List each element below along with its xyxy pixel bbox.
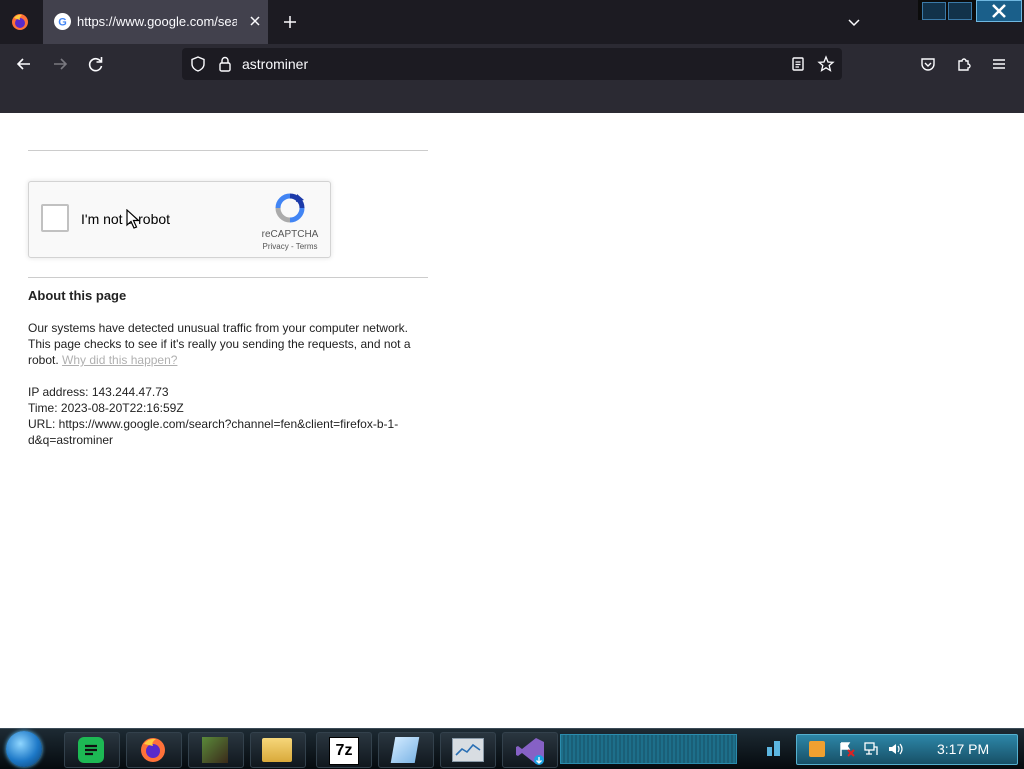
notepad-icon [390, 737, 420, 763]
timestamp: Time: 2023-08-20T22:16:59Z [28, 401, 184, 415]
taskbar-visual-studio-installer[interactable] [502, 732, 558, 768]
folder-icon [262, 738, 292, 762]
tab-google-search[interactable]: G https://www.google.com/search?channel=… [43, 0, 268, 44]
start-orb-icon[interactable] [6, 731, 42, 767]
back-icon[interactable] [14, 54, 34, 74]
monitor-icon [452, 738, 484, 762]
pocket-icon[interactable] [919, 55, 937, 73]
ip-address: IP address: 143.244.47.73 [28, 385, 169, 399]
taskbar-spotify[interactable] [64, 732, 120, 768]
bookmarks-toolbar [0, 86, 1024, 113]
close-window-icon[interactable] [976, 0, 1022, 22]
clock[interactable]: 3:17 PM [937, 741, 989, 757]
shield-icon[interactable] [189, 55, 207, 73]
spotify-icon [78, 737, 104, 763]
action-center-flag-icon[interactable] [839, 741, 855, 757]
minimize-window-icon[interactable] [922, 2, 946, 20]
recaptcha-brand: reCAPTCHA [261, 229, 319, 240]
firefox-icon [139, 736, 167, 764]
forward-icon[interactable] [50, 54, 70, 74]
visual-studio-icon [515, 736, 545, 766]
lock-icon[interactable] [216, 55, 234, 73]
window-controls [918, 0, 1022, 22]
request-url: URL: https://www.google.com/search?chann… [28, 417, 399, 447]
svg-text:G: G [58, 17, 67, 29]
recaptcha-widget: I'm not a robot reCAPTCHA Privacy - Term… [28, 181, 331, 258]
volume-icon[interactable] [887, 741, 905, 757]
url-bar[interactable]: astrominer [182, 48, 842, 80]
network-icon[interactable] [863, 741, 879, 757]
why-link[interactable]: Why did this happen? [62, 353, 177, 367]
taskbar-notepad[interactable] [378, 732, 434, 768]
menu-icon[interactable] [990, 55, 1008, 73]
about-title: About this page [28, 288, 127, 303]
taskbar-7zip[interactable]: 7z [316, 732, 372, 768]
mouse-cursor-icon [126, 209, 140, 229]
recaptcha-logo-icon [274, 192, 306, 224]
7zip-icon: 7z [329, 737, 359, 765]
minecraft-icon [202, 737, 228, 763]
taskbar-firefox[interactable] [126, 732, 182, 768]
maximize-window-icon[interactable] [948, 2, 972, 20]
extensions-icon[interactable] [955, 55, 973, 73]
taskbar: 7z 3:17 PM [0, 728, 1024, 769]
tab-strip: G https://www.google.com/search?channel=… [0, 0, 1024, 44]
taskbar-minecraft[interactable] [188, 732, 244, 768]
reader-view-icon[interactable] [789, 55, 807, 73]
reload-icon[interactable] [86, 54, 106, 74]
unusual-traffic-message: Our systems have detected unusual traffi… [28, 320, 423, 368]
recaptcha-links[interactable]: Privacy - Terms [257, 242, 323, 251]
request-info: IP address: 143.244.47.73 Time: 2023-08-… [28, 384, 438, 448]
system-tray: 3:17 PM [796, 734, 1018, 765]
taskbar-file-explorer[interactable] [250, 732, 306, 768]
app-tray-icon[interactable] [809, 741, 825, 757]
taskbar-performance-monitor[interactable] [440, 732, 496, 768]
middle-divider [28, 277, 428, 278]
taskbar-search-box[interactable] [560, 734, 737, 764]
bookmark-star-icon[interactable] [817, 55, 835, 73]
url-input[interactable]: astrominer [242, 56, 308, 72]
tab-title: https://www.google.com/search?channel=fe… [77, 14, 237, 29]
google-favicon-icon: G [54, 13, 71, 30]
close-tab-icon[interactable] [245, 11, 265, 31]
recaptcha-checkbox[interactable] [41, 204, 69, 232]
new-tab-icon[interactable] [280, 12, 300, 32]
list-all-tabs-icon[interactable] [844, 12, 864, 32]
firefox-view-icon[interactable] [10, 12, 30, 32]
show-desktop-icon[interactable] [764, 737, 784, 759]
top-divider [28, 150, 428, 151]
